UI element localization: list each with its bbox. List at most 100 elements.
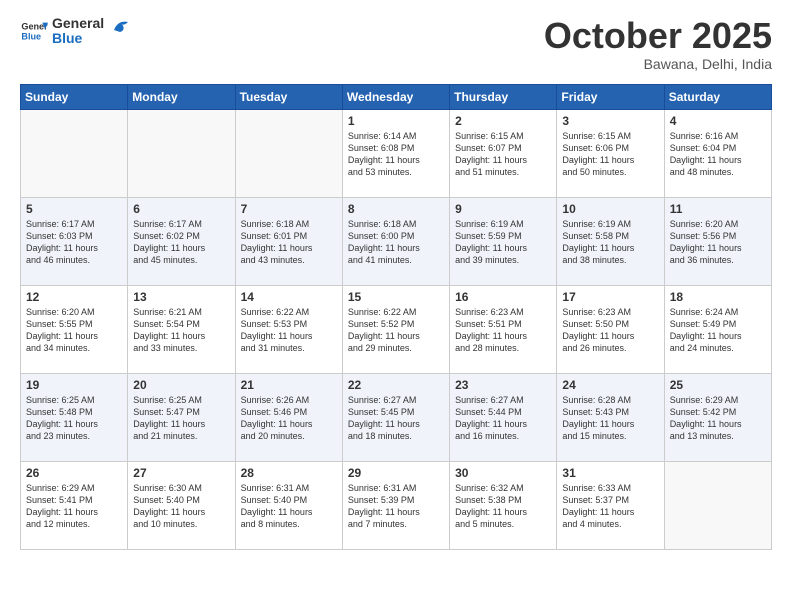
cell-info: Sunrise: 6:19 AM Sunset: 5:59 PM Dayligh…	[455, 218, 551, 267]
cell-info: Sunrise: 6:25 AM Sunset: 5:47 PM Dayligh…	[133, 394, 229, 443]
day-number: 29	[348, 466, 444, 480]
day-number: 20	[133, 378, 229, 392]
week-row-5: 26 Sunrise: 6:29 AM Sunset: 5:41 PM Dayli…	[21, 461, 772, 549]
cell-info: Sunrise: 6:15 AM Sunset: 6:06 PM Dayligh…	[562, 130, 658, 179]
calendar-cell: 4Sunrise: 6:16 AM Sunset: 6:04 PM Daylig…	[664, 109, 771, 197]
cell-info: Sunrise: 6:27 AM Sunset: 5:44 PM Dayligh…	[455, 394, 551, 443]
cell-info: Sunrise: 6:26 AM Sunset: 5:46 PM Dayligh…	[241, 394, 337, 443]
cell-info: Sunrise: 6:18 AM Sunset: 6:01 PM Dayligh…	[241, 218, 337, 267]
calendar-cell: 5 Sunrise: 6:17 AM Sunset: 6:03 PM Daylig…	[21, 197, 128, 285]
calendar-cell: 9 Sunrise: 6:19 AM Sunset: 5:59 PM Daylig…	[450, 197, 557, 285]
calendar-cell: 27 Sunrise: 6:30 AM Sunset: 5:40 PM Dayli…	[128, 461, 235, 549]
calendar-cell: 26 Sunrise: 6:29 AM Sunset: 5:41 PM Dayli…	[21, 461, 128, 549]
cell-info: Sunrise: 6:17 AM Sunset: 6:03 PM Dayligh…	[26, 218, 122, 267]
calendar-cell: 10Sunrise: 6:19 AM Sunset: 5:58 PM Dayli…	[557, 197, 664, 285]
day-number: 25	[670, 378, 766, 392]
day-number: 30	[455, 466, 551, 480]
weekday-header-wednesday: Wednesday	[342, 84, 449, 109]
cell-info: Sunrise: 6:28 AM Sunset: 5:43 PM Dayligh…	[562, 394, 658, 443]
day-number: 28	[241, 466, 337, 480]
calendar-cell: 6 Sunrise: 6:17 AM Sunset: 6:02 PM Daylig…	[128, 197, 235, 285]
cell-info: Sunrise: 6:17 AM Sunset: 6:02 PM Dayligh…	[133, 218, 229, 267]
header: General Blue General Blue October 2025 B…	[20, 16, 772, 72]
calendar-cell	[21, 109, 128, 197]
cell-info: Sunrise: 6:23 AM Sunset: 5:50 PM Dayligh…	[562, 306, 658, 355]
calendar-cell: 28 Sunrise: 6:31 AM Sunset: 5:40 PM Dayli…	[235, 461, 342, 549]
weekday-header-friday: Friday	[557, 84, 664, 109]
cell-info: Sunrise: 6:22 AM Sunset: 5:53 PM Dayligh…	[241, 306, 337, 355]
calendar-cell: 25Sunrise: 6:29 AM Sunset: 5:42 PM Dayli…	[664, 373, 771, 461]
day-number: 11	[670, 202, 766, 216]
svg-text:Blue: Blue	[21, 32, 41, 42]
cell-info: Sunrise: 6:24 AM Sunset: 5:49 PM Dayligh…	[670, 306, 766, 355]
day-number: 24	[562, 378, 658, 392]
cell-info: Sunrise: 6:30 AM Sunset: 5:40 PM Dayligh…	[133, 482, 229, 531]
cell-info: Sunrise: 6:15 AM Sunset: 6:07 PM Dayligh…	[455, 130, 551, 179]
calendar-cell: 11 Sunrise: 6:20 AM Sunset: 5:56 PM Dayli…	[664, 197, 771, 285]
cell-info: Sunrise: 6:18 AM Sunset: 6:00 PM Dayligh…	[348, 218, 444, 267]
weekday-header-saturday: Saturday	[664, 84, 771, 109]
calendar-cell: 30Sunrise: 6:32 AM Sunset: 5:38 PM Dayli…	[450, 461, 557, 549]
day-number: 19	[26, 378, 122, 392]
logo: General Blue General Blue	[20, 16, 132, 47]
title-block: October 2025 Bawana, Delhi, India	[544, 16, 772, 72]
cell-info: Sunrise: 6:31 AM Sunset: 5:40 PM Dayligh…	[241, 482, 337, 531]
calendar-cell: 31 Sunrise: 6:33 AM Sunset: 5:37 PM Dayli…	[557, 461, 664, 549]
cell-info: Sunrise: 6:27 AM Sunset: 5:45 PM Dayligh…	[348, 394, 444, 443]
day-number: 31	[562, 466, 658, 480]
cell-info: Sunrise: 6:21 AM Sunset: 5:54 PM Dayligh…	[133, 306, 229, 355]
calendar-cell: 29 Sunrise: 6:31 AM Sunset: 5:39 PM Dayli…	[342, 461, 449, 549]
day-number: 27	[133, 466, 229, 480]
day-number: 18	[670, 290, 766, 304]
day-number: 23	[455, 378, 551, 392]
cell-info: Sunrise: 6:31 AM Sunset: 5:39 PM Dayligh…	[348, 482, 444, 531]
week-row-4: 19 Sunrise: 6:25 AM Sunset: 5:48 PM Dayli…	[21, 373, 772, 461]
cell-info: Sunrise: 6:14 AM Sunset: 6:08 PM Dayligh…	[348, 130, 444, 179]
calendar-cell: 2 Sunrise: 6:15 AM Sunset: 6:07 PM Daylig…	[450, 109, 557, 197]
day-number: 14	[241, 290, 337, 304]
day-number: 2	[455, 114, 551, 128]
calendar-cell: 17Sunrise: 6:23 AM Sunset: 5:50 PM Dayli…	[557, 285, 664, 373]
logo-bird-icon	[110, 16, 132, 38]
day-number: 5	[26, 202, 122, 216]
day-number: 1	[348, 114, 444, 128]
day-number: 3	[562, 114, 658, 128]
calendar-table: SundayMondayTuesdayWednesdayThursdayFrid…	[20, 84, 772, 550]
cell-info: Sunrise: 6:29 AM Sunset: 5:41 PM Dayligh…	[26, 482, 122, 531]
day-number: 6	[133, 202, 229, 216]
calendar-cell: 20 Sunrise: 6:25 AM Sunset: 5:47 PM Dayli…	[128, 373, 235, 461]
day-number: 15	[348, 290, 444, 304]
calendar-cell: 24 Sunrise: 6:28 AM Sunset: 5:43 PM Dayli…	[557, 373, 664, 461]
day-number: 7	[241, 202, 337, 216]
cell-info: Sunrise: 6:33 AM Sunset: 5:37 PM Dayligh…	[562, 482, 658, 531]
weekday-header-row: SundayMondayTuesdayWednesdayThursdayFrid…	[21, 84, 772, 109]
week-row-2: 5 Sunrise: 6:17 AM Sunset: 6:03 PM Daylig…	[21, 197, 772, 285]
day-number: 21	[241, 378, 337, 392]
cell-info: Sunrise: 6:20 AM Sunset: 5:56 PM Dayligh…	[670, 218, 766, 267]
calendar-cell	[128, 109, 235, 197]
calendar-cell: 15 Sunrise: 6:22 AM Sunset: 5:52 PM Dayli…	[342, 285, 449, 373]
cell-info: Sunrise: 6:19 AM Sunset: 5:58 PM Dayligh…	[562, 218, 658, 267]
weekday-header-monday: Monday	[128, 84, 235, 109]
week-row-1: 1 Sunrise: 6:14 AM Sunset: 6:08 PM Daylig…	[21, 109, 772, 197]
cell-info: Sunrise: 6:22 AM Sunset: 5:52 PM Dayligh…	[348, 306, 444, 355]
day-number: 12	[26, 290, 122, 304]
week-row-3: 12Sunrise: 6:20 AM Sunset: 5:55 PM Dayli…	[21, 285, 772, 373]
cell-info: Sunrise: 6:23 AM Sunset: 5:51 PM Dayligh…	[455, 306, 551, 355]
calendar-cell: 14 Sunrise: 6:22 AM Sunset: 5:53 PM Dayli…	[235, 285, 342, 373]
calendar-cell: 12Sunrise: 6:20 AM Sunset: 5:55 PM Dayli…	[21, 285, 128, 373]
calendar-cell: 19 Sunrise: 6:25 AM Sunset: 5:48 PM Dayli…	[21, 373, 128, 461]
weekday-header-thursday: Thursday	[450, 84, 557, 109]
cell-info: Sunrise: 6:25 AM Sunset: 5:48 PM Dayligh…	[26, 394, 122, 443]
calendar-cell: 21 Sunrise: 6:26 AM Sunset: 5:46 PM Dayli…	[235, 373, 342, 461]
logo-text-general: General	[52, 16, 104, 31]
day-number: 13	[133, 290, 229, 304]
page: General Blue General Blue October 2025 B…	[0, 0, 792, 612]
month-title: October 2025	[544, 16, 772, 56]
day-number: 26	[26, 466, 122, 480]
calendar-cell: 13 Sunrise: 6:21 AM Sunset: 5:54 PM Dayli…	[128, 285, 235, 373]
day-number: 9	[455, 202, 551, 216]
logo-text-blue: Blue	[52, 31, 104, 46]
calendar-cell	[235, 109, 342, 197]
weekday-header-tuesday: Tuesday	[235, 84, 342, 109]
